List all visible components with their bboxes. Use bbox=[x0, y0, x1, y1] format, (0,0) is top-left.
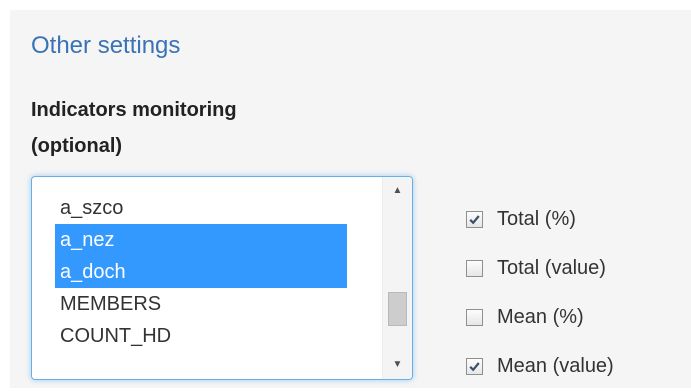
section-title: Other settings bbox=[31, 32, 181, 59]
option-row[interactable]: Total (value) bbox=[466, 244, 614, 292]
checkbox-label: Mean (%) bbox=[497, 305, 584, 328]
indicators-label-line1: Indicators monitoring bbox=[31, 99, 237, 121]
checkmark-icon bbox=[469, 214, 480, 224]
list-item[interactable]: a_doch bbox=[55, 256, 347, 288]
checkbox[interactable] bbox=[466, 210, 483, 228]
list-item[interactable]: a_szco bbox=[55, 192, 347, 224]
indicators-label-line2: (optional) bbox=[31, 135, 123, 157]
list-item[interactable]: MEMBERS bbox=[55, 288, 347, 320]
settings-panel: Other settings Indicators monitoring (op… bbox=[10, 10, 691, 388]
option-row[interactable]: Mean (value) bbox=[466, 342, 614, 390]
triangle-down-icon[interactable]: ▼ bbox=[383, 353, 412, 377]
checkmark-icon bbox=[469, 361, 480, 371]
statistics-checkbox-group: Total (%) Total (value) Mean (%) Mean (v… bbox=[466, 195, 614, 391]
list-item[interactable]: COUNT_HD bbox=[55, 320, 347, 352]
checkbox[interactable] bbox=[466, 308, 483, 326]
checkbox[interactable] bbox=[466, 357, 483, 375]
checkbox-label: Total (%) bbox=[497, 207, 576, 230]
scroll-thumb[interactable] bbox=[388, 292, 407, 326]
checkbox-label: Mean (value) bbox=[497, 354, 614, 377]
listbox-scrollbar[interactable]: ▲ ▼ bbox=[382, 177, 412, 379]
checkbox[interactable] bbox=[466, 259, 483, 277]
list-item[interactable]: a_nez bbox=[55, 224, 347, 256]
checkbox-label: Total (value) bbox=[497, 256, 606, 279]
indicators-listbox[interactable]: a_szco a_nez a_doch MEMBERS COUNT_HD ▲ ▼ bbox=[31, 176, 413, 380]
option-row[interactable]: Mean (%) bbox=[466, 293, 614, 341]
triangle-up-icon[interactable]: ▲ bbox=[383, 179, 412, 203]
indicators-options-list: a_szco a_nez a_doch MEMBERS COUNT_HD bbox=[55, 192, 347, 352]
indicators-label: Indicators monitoring (optional) bbox=[31, 92, 371, 164]
option-row[interactable]: Total (%) bbox=[466, 195, 614, 243]
